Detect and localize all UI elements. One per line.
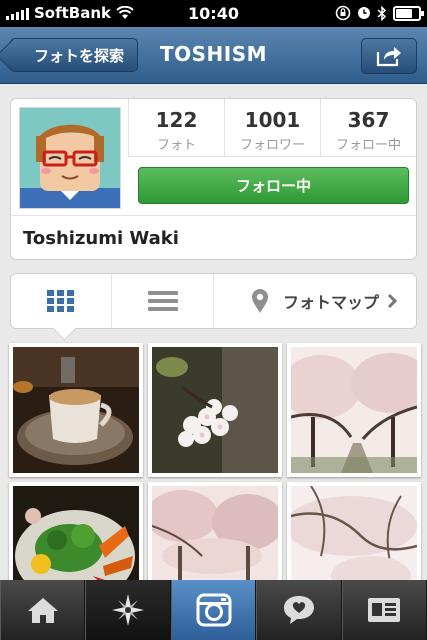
activity-icon bbox=[283, 596, 314, 624]
navigation-bar: フォトを探索 TOSHISM bbox=[0, 27, 427, 84]
tab-explore[interactable] bbox=[85, 580, 171, 640]
battery-icon bbox=[393, 5, 424, 21]
selected-view-pointer bbox=[52, 316, 77, 341]
list-view-icon bbox=[147, 291, 178, 311]
stat-photos[interactable]: 122 フォト bbox=[129, 99, 225, 157]
alarm-icon bbox=[358, 7, 370, 19]
share-icon bbox=[376, 47, 401, 67]
explore-icon bbox=[112, 594, 145, 626]
bluetooth-icon bbox=[377, 5, 387, 21]
stat-photos-count: 122 bbox=[155, 108, 198, 132]
profile-stats: 122 フォト 1001 フォロワー 367 フォロー中 bbox=[128, 99, 416, 157]
grid-view-icon bbox=[47, 290, 74, 312]
tab-home[interactable] bbox=[0, 580, 86, 640]
view-switcher: フォトマップ bbox=[10, 273, 417, 341]
stat-following[interactable]: 367 フォロー中 bbox=[321, 99, 416, 157]
camera-icon bbox=[196, 593, 232, 627]
stat-followers-count: 1001 bbox=[244, 108, 301, 132]
photo-map-label: フォトマップ bbox=[282, 293, 379, 312]
tab-bar bbox=[0, 580, 427, 640]
stat-following-label: フォロー中 bbox=[335, 138, 401, 153]
stat-followers[interactable]: 1001 フォロワー bbox=[225, 99, 321, 157]
map-pin-icon bbox=[251, 289, 268, 313]
chevron-right-icon bbox=[387, 293, 397, 309]
grid-view-button[interactable] bbox=[11, 274, 112, 341]
photo-thumbnail[interactable] bbox=[287, 343, 421, 477]
stat-followers-label: フォロワー bbox=[239, 138, 305, 153]
rotation-lock-icon bbox=[335, 5, 351, 21]
tab-camera[interactable] bbox=[170, 580, 257, 640]
photo-map-button[interactable]: フォトマップ bbox=[214, 274, 416, 328]
share-button[interactable] bbox=[361, 38, 417, 74]
avatar[interactable] bbox=[19, 107, 121, 209]
stat-photos-label: フォト bbox=[156, 138, 196, 153]
profile-card: 122 フォト 1001 フォロワー 367 フォロー中 フォロー中 Toshi… bbox=[10, 98, 417, 260]
stat-following-count: 367 bbox=[347, 108, 390, 132]
photo-thumbnail[interactable] bbox=[148, 343, 282, 477]
tab-profile[interactable] bbox=[341, 580, 427, 640]
tab-activity[interactable] bbox=[256, 580, 342, 640]
list-view-button[interactable] bbox=[112, 274, 214, 328]
following-button[interactable]: フォロー中 bbox=[138, 167, 409, 204]
profile-icon bbox=[368, 598, 401, 622]
profile-name-row: Toshizumi Waki bbox=[11, 215, 416, 261]
status-icons bbox=[335, 5, 424, 21]
profile-name: Toshizumi Waki bbox=[23, 228, 179, 249]
home-icon bbox=[27, 598, 58, 623]
photo-thumbnail[interactable] bbox=[9, 343, 143, 477]
status-bar: SoftBank 10:40 bbox=[0, 0, 427, 27]
